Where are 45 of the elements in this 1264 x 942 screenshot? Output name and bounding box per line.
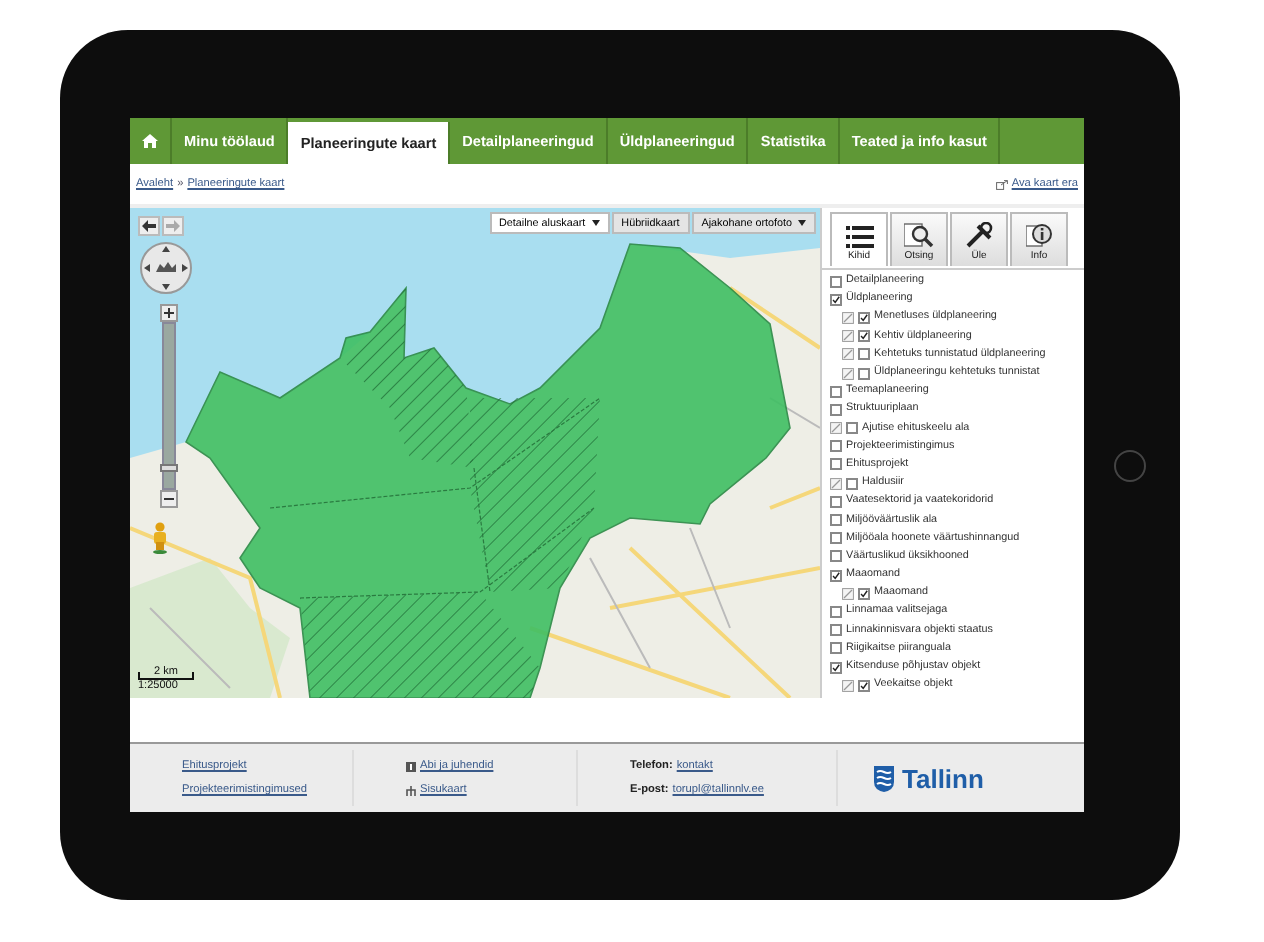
checkbox[interactable] [858, 348, 870, 361]
sitemap-icon [406, 785, 416, 795]
home-button[interactable] [1114, 449, 1146, 481]
minus-icon [164, 494, 174, 504]
pegman-icon[interactable] [152, 522, 168, 554]
checkbox[interactable] [830, 275, 842, 288]
checkbox[interactable] [830, 661, 842, 674]
list-icon [845, 226, 873, 248]
logo-text: Tallinn [902, 763, 984, 793]
checkbox[interactable] [830, 495, 842, 508]
checkbox[interactable] [858, 311, 870, 324]
plus-icon [164, 308, 174, 318]
checkbox[interactable] [858, 679, 870, 692]
info-icon [1025, 222, 1053, 248]
checkbox[interactable] [830, 624, 842, 637]
checkbox[interactable] [830, 458, 842, 471]
checkbox[interactable] [830, 569, 842, 582]
checkbox[interactable] [830, 532, 842, 545]
tools-icon [965, 222, 993, 248]
back-button[interactable] [138, 216, 160, 236]
checkbox[interactable] [830, 642, 842, 655]
checkbox[interactable] [830, 440, 842, 453]
pan-control[interactable] [140, 242, 192, 294]
checkbox[interactable] [846, 422, 858, 435]
checkbox[interactable] [858, 330, 870, 343]
home-icon [142, 134, 158, 148]
external-link-icon [995, 179, 1008, 189]
checkbox[interactable] [830, 514, 842, 527]
checkbox[interactable] [830, 550, 842, 563]
checkbox[interactable] [830, 385, 842, 398]
arrow-right-icon [166, 220, 180, 232]
zoom-in-button[interactable] [160, 304, 178, 322]
checkbox[interactable] [830, 403, 842, 416]
zoom-slider-thumb[interactable] [160, 464, 178, 473]
checkbox[interactable] [846, 477, 858, 490]
zoom-slider[interactable] [162, 322, 176, 490]
checkbox[interactable] [858, 587, 870, 600]
search-icon [904, 222, 934, 248]
help-icon [406, 761, 416, 771]
zoom-out-button[interactable] [160, 490, 178, 508]
arrow-left-icon [142, 220, 156, 232]
checkbox[interactable] [830, 293, 842, 306]
logo-icon [874, 765, 894, 791]
checkbox[interactable] [858, 367, 870, 380]
checkbox[interactable] [830, 605, 842, 618]
